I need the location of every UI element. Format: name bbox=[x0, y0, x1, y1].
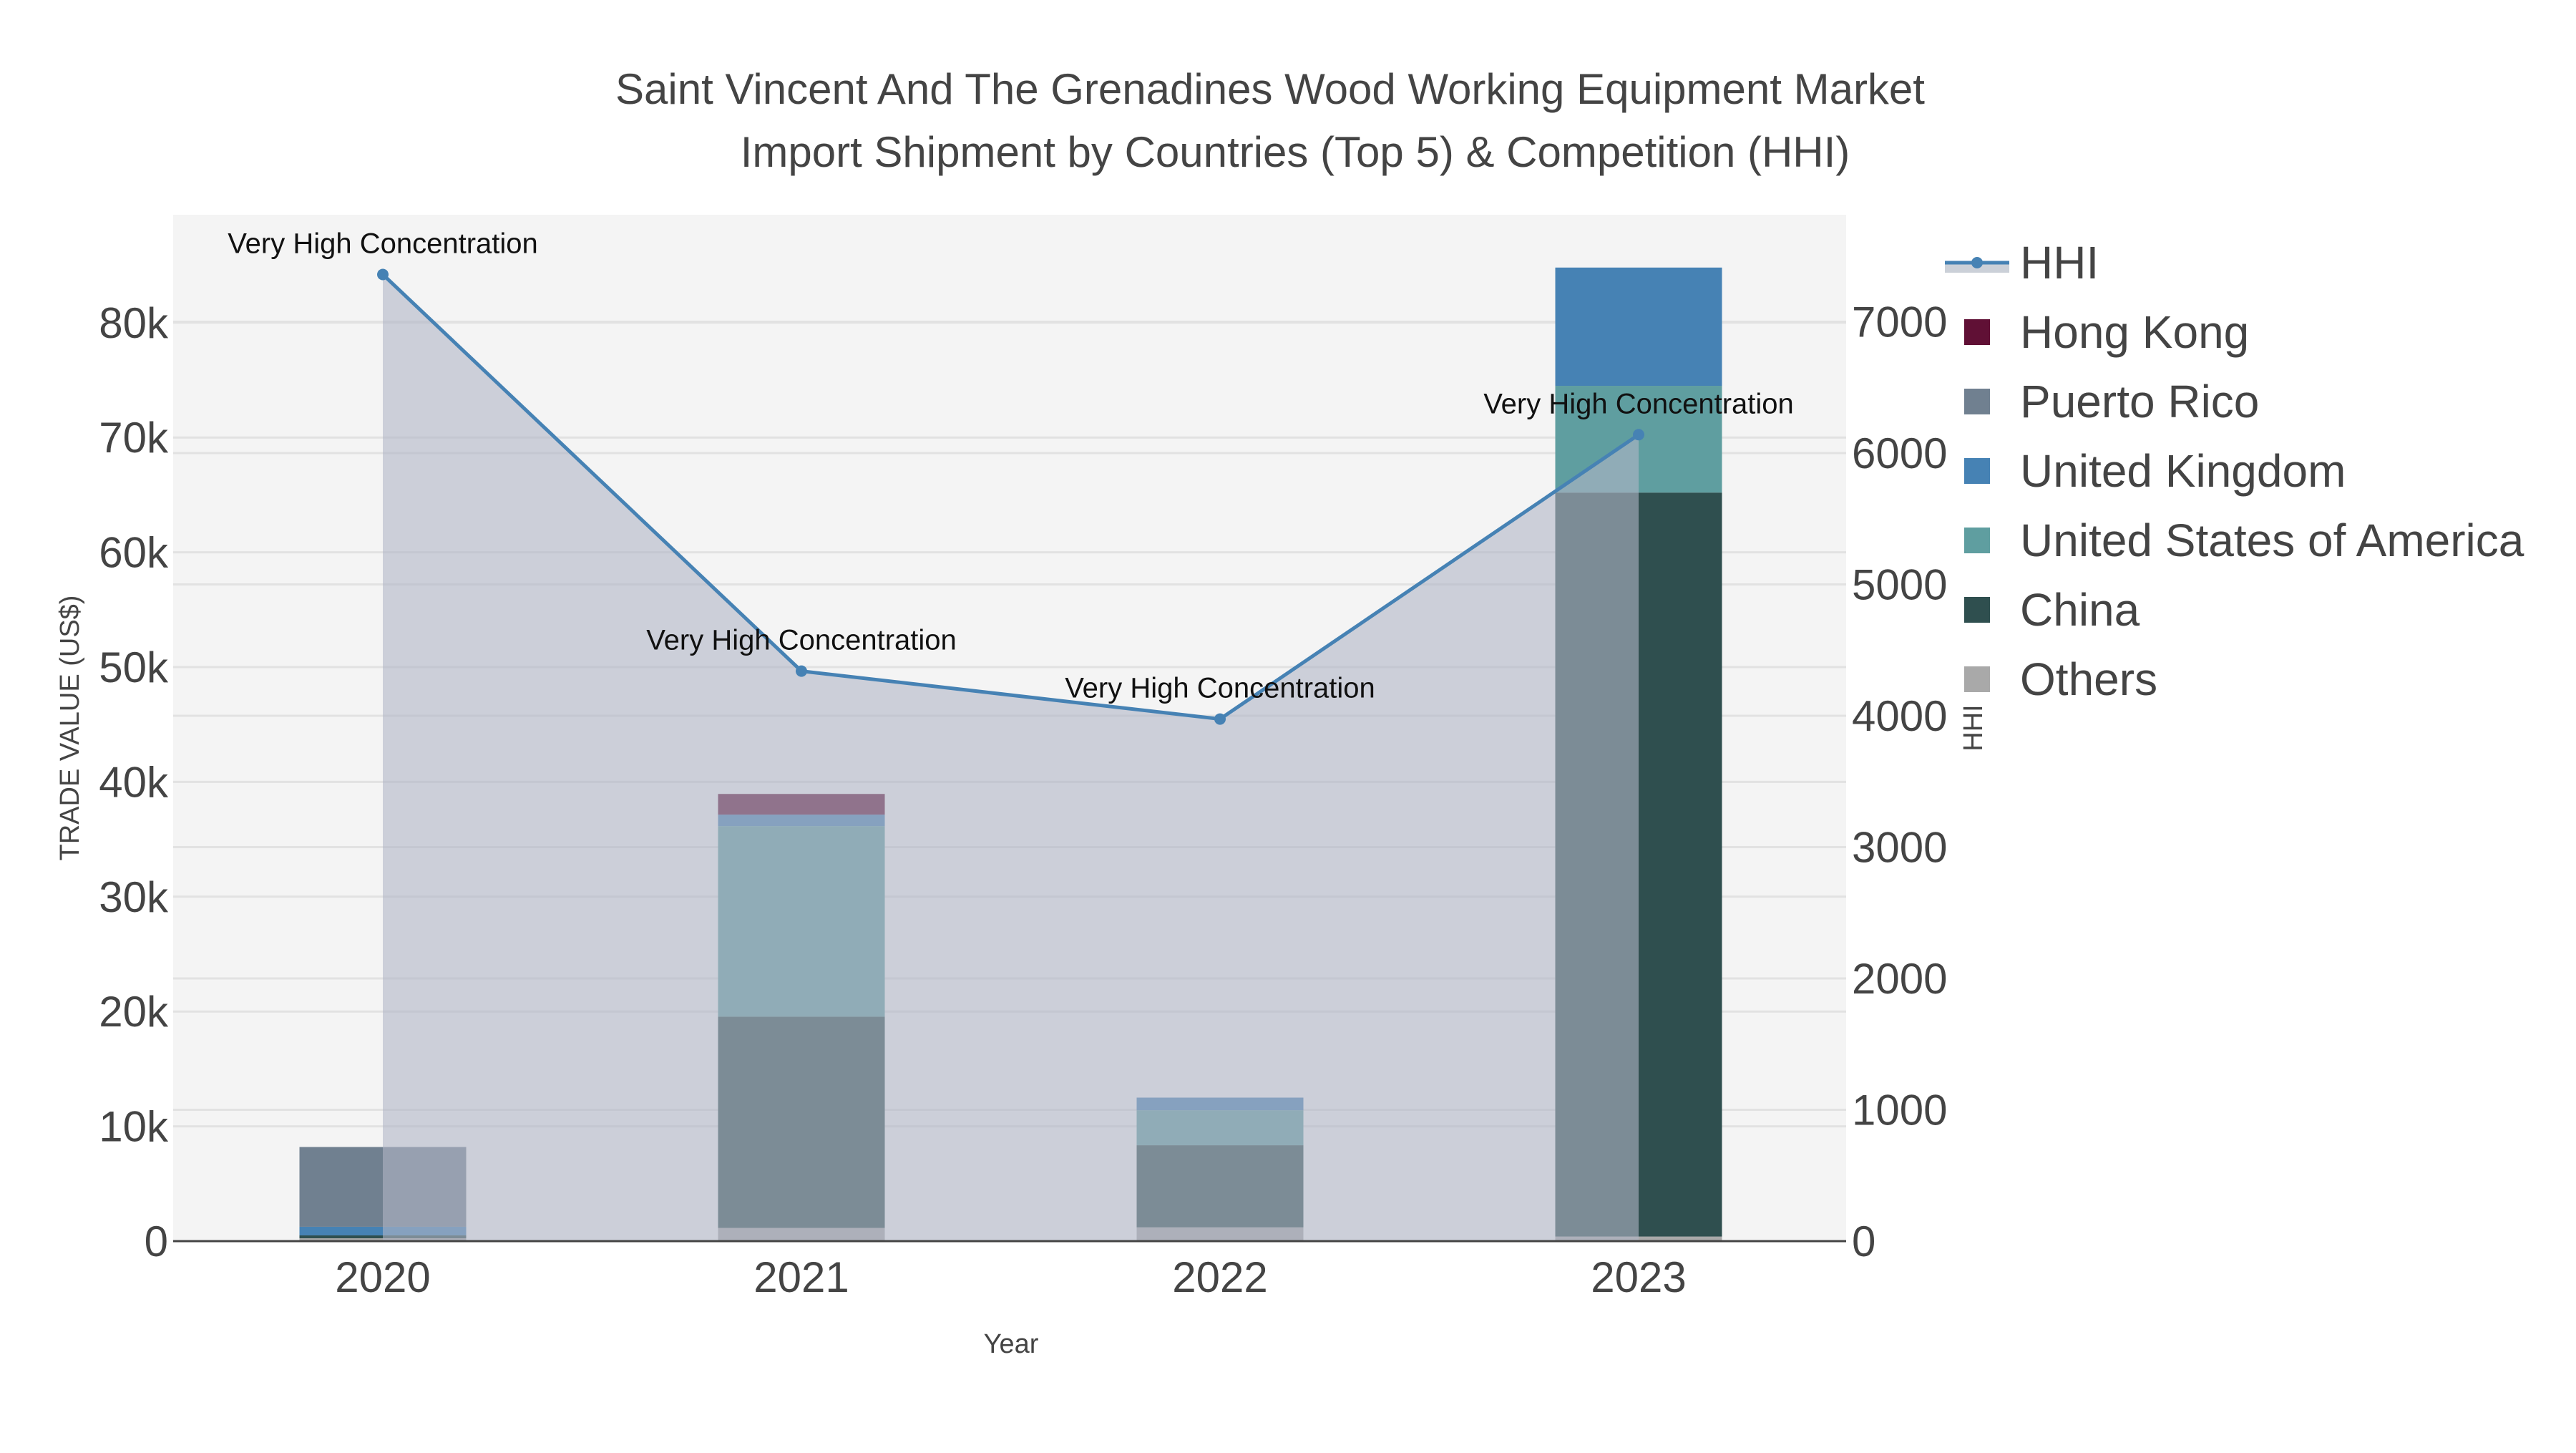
hhi-point-2022 bbox=[1214, 713, 1226, 725]
legend-item-united-states-of-america[interactable]: United States of America bbox=[1964, 515, 2524, 566]
y2-tick-label: 1000 bbox=[1852, 1087, 1947, 1134]
legend-swatch bbox=[1964, 389, 1990, 414]
y-tick-label: 50k bbox=[99, 643, 169, 691]
y-tick-label: 0 bbox=[145, 1218, 168, 1265]
y-tick-label: 80k bbox=[99, 299, 169, 347]
hhi-annotation: Very High Concentration bbox=[1065, 673, 1375, 704]
legend-item-hhi[interactable]: HHI bbox=[1945, 237, 2099, 288]
legend-item-others[interactable]: Others bbox=[1964, 653, 2157, 705]
legend-swatch bbox=[1964, 528, 1990, 553]
legend-label: United States of America bbox=[2020, 515, 2524, 566]
y-tick-label: 30k bbox=[99, 873, 169, 921]
legend-label: China bbox=[2020, 584, 2140, 636]
bar-united-kingdom-2023 bbox=[1555, 267, 1722, 387]
chart: Saint Vincent And The Grenadines Wood Wo… bbox=[55, 65, 2524, 1359]
legend-label: Hong Kong bbox=[2020, 306, 2249, 358]
legend-item-china[interactable]: China bbox=[1964, 584, 2140, 636]
hhi-annotation: Very High Concentration bbox=[228, 228, 538, 259]
legend-label: HHI bbox=[2020, 237, 2099, 288]
y-tick-label: 10k bbox=[99, 1103, 169, 1151]
hhi-annotation: Very High Concentration bbox=[1483, 388, 1794, 419]
y2-tick-label: 3000 bbox=[1852, 824, 1947, 872]
legend-item-puerto-rico[interactable]: Puerto Rico bbox=[1964, 376, 2259, 427]
y-tick-label: 60k bbox=[99, 529, 169, 577]
y2-tick-label: 2000 bbox=[1852, 955, 1947, 1003]
legend-item-united-kingdom[interactable]: United Kingdom bbox=[1964, 445, 2346, 497]
legend-label: Others bbox=[2020, 653, 2157, 705]
y-tick-label: 40k bbox=[99, 758, 169, 806]
y2-tick-label: 6000 bbox=[1852, 429, 1947, 477]
y2-tick-label: 4000 bbox=[1852, 692, 1947, 740]
hhi-point-2021 bbox=[796, 665, 807, 677]
x-axis-title: Year bbox=[984, 1329, 1039, 1359]
legend-label: United Kingdom bbox=[2020, 445, 2346, 497]
y2-axis-title: HHI bbox=[1958, 704, 1989, 751]
y2-tick-label: 0 bbox=[1852, 1218, 1875, 1265]
legend-swatch bbox=[1964, 597, 1990, 623]
y-tick-label: 20k bbox=[99, 988, 169, 1036]
y-tick-label: 70k bbox=[99, 414, 169, 462]
y2-tick-label: 7000 bbox=[1852, 298, 1947, 346]
legend-swatch bbox=[1964, 458, 1990, 484]
x-tick-label: 2022 bbox=[1172, 1253, 1267, 1301]
legend-item-hong-kong[interactable]: Hong Kong bbox=[1964, 306, 2249, 358]
hhi-annotation: Very High Concentration bbox=[646, 625, 957, 656]
legend-hhi-marker-icon bbox=[1971, 257, 1983, 268]
x-tick-label: 2023 bbox=[1591, 1253, 1686, 1301]
hhi-point-2023 bbox=[1633, 429, 1644, 441]
legend-swatch bbox=[1964, 319, 1990, 345]
chart-title-line1: Saint Vincent And The Grenadines Wood Wo… bbox=[615, 65, 1925, 113]
chart-title-line2: Import Shipment by Countries (Top 5) & C… bbox=[741, 128, 1850, 176]
legend-label: Puerto Rico bbox=[2020, 376, 2259, 427]
legend-swatch bbox=[1964, 666, 1990, 692]
y2-tick-label: 5000 bbox=[1852, 561, 1947, 609]
y-axis-title: TRADE VALUE (US$) bbox=[55, 596, 85, 861]
x-tick-label: 2020 bbox=[335, 1253, 430, 1301]
hhi-point-2020 bbox=[377, 268, 389, 281]
x-tick-label: 2021 bbox=[753, 1253, 849, 1301]
